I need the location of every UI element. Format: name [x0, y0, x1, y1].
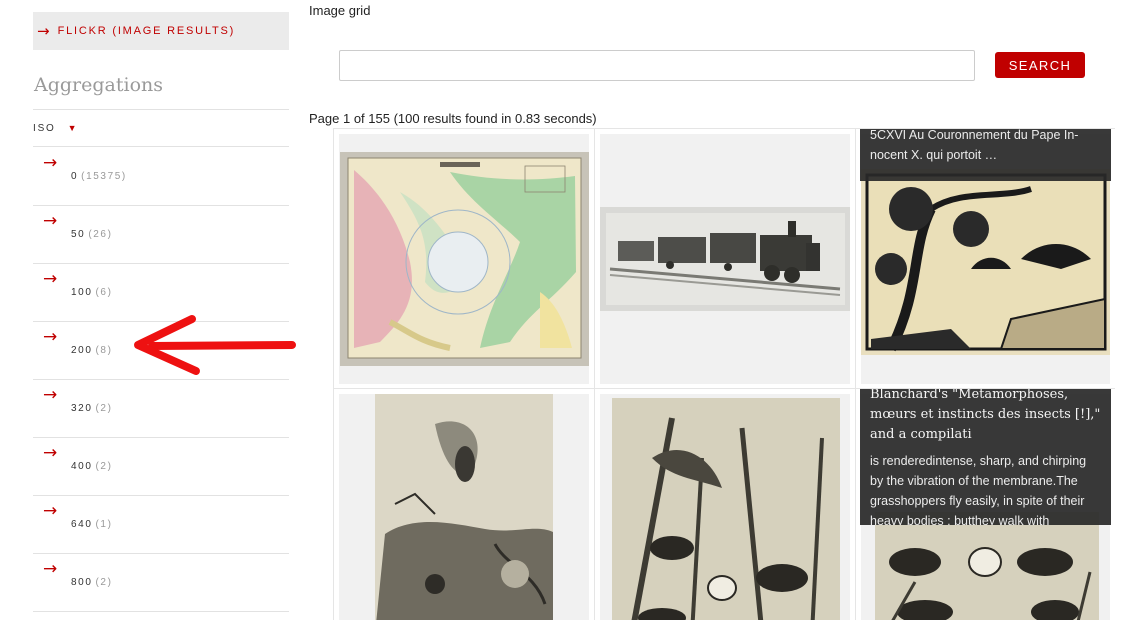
facet-header-iso[interactable]: ISO ▼ [33, 110, 289, 147]
right-arrow-icon: → [43, 443, 58, 463]
facet-value: 100 [71, 287, 93, 298]
facet-value: 640 [71, 519, 93, 530]
result-overlay: 5CXVI Au Couronnement du Pape In-nocent … [860, 129, 1111, 181]
source-link[interactable]: → FLICKR (IMAGE RESULTS) [33, 12, 289, 50]
right-arrow-icon: → [37, 22, 50, 40]
facet-item-400[interactable]: → 400 (2) [33, 438, 289, 496]
result-card[interactable] [334, 129, 595, 389]
right-arrow-icon: → [43, 385, 58, 405]
source-label: FLICKR (IMAGE RESULTS) [57, 25, 236, 37]
right-arrow-icon: → [43, 559, 58, 579]
search-input[interactable] [339, 50, 975, 81]
facet-name: ISO [33, 122, 56, 134]
overlay-title: Blanchard's "Metamorphoses, mœurs et ins… [870, 389, 1101, 442]
page-title: Image grid [309, 3, 371, 18]
facet-count: (2) [95, 403, 113, 414]
facet-item-800[interactable]: → 800 (2) [33, 554, 289, 612]
facet-item-640[interactable]: → 640 (1) [33, 496, 289, 554]
facet-count: (2) [95, 577, 113, 588]
right-arrow-icon: → [43, 327, 58, 347]
caret-down-icon: ▼ [67, 123, 77, 133]
result-overlay: Blanchard's "Metamorphoses, mœurs et ins… [860, 389, 1111, 525]
facet-value: 400 [71, 461, 93, 472]
facet-value: 320 [71, 403, 93, 414]
facet-count: (15375) [81, 171, 127, 182]
result-thumbnail[interactable] [375, 394, 553, 620]
facet-value: 50 [71, 229, 86, 240]
result-thumbnail[interactable] [600, 207, 850, 311]
result-thumbnail[interactable] [340, 152, 589, 366]
result-thumbnail[interactable] [861, 169, 1110, 355]
facet-item-0[interactable]: → 0 (15375) [33, 148, 289, 206]
right-arrow-icon: → [43, 501, 58, 521]
search-button[interactable]: SEARCH [995, 52, 1085, 78]
annotation-arrow-icon [134, 315, 296, 375]
right-arrow-icon: → [43, 211, 58, 231]
facet-item-320[interactable]: → 320 (2) [33, 380, 289, 438]
facet-value: 0 [71, 171, 79, 182]
result-card[interactable] [595, 129, 856, 389]
right-arrow-icon: → [43, 153, 58, 173]
facet-item-50[interactable]: → 50 (26) [33, 206, 289, 264]
results-info: Page 1 of 155 (100 results found in 0.83… [309, 111, 597, 126]
aggregations-heading: Aggregations [34, 74, 164, 96]
result-card[interactable]: Blanchard's "Metamorphoses, mœurs et ins… [856, 389, 1115, 620]
image-grid: 5CXVI Au Couronnement du Pape In-nocent … [333, 128, 1115, 620]
facet-count: (6) [95, 287, 113, 298]
right-arrow-icon: → [43, 269, 58, 289]
result-thumbnail[interactable] [612, 398, 840, 620]
overlay-description: is renderedintense, sharp, and chirping … [870, 454, 1087, 525]
facet-value: 200 [71, 345, 93, 356]
overlay-description: 5CXVI Au Couronnement du Pape In-nocent … [870, 129, 1079, 162]
facet-count: (8) [95, 345, 113, 356]
result-card[interactable] [595, 389, 856, 620]
result-thumbnail[interactable] [875, 512, 1099, 620]
facet-count: (2) [95, 461, 113, 472]
facet-count: (26) [88, 229, 113, 240]
result-card[interactable] [334, 389, 595, 620]
sidebar: → FLICKR (IMAGE RESULTS) Aggregations IS… [33, 0, 289, 620]
result-card[interactable]: 5CXVI Au Couronnement du Pape In-nocent … [856, 129, 1115, 389]
facet-count: (1) [95, 519, 113, 530]
facet-value: 800 [71, 577, 93, 588]
